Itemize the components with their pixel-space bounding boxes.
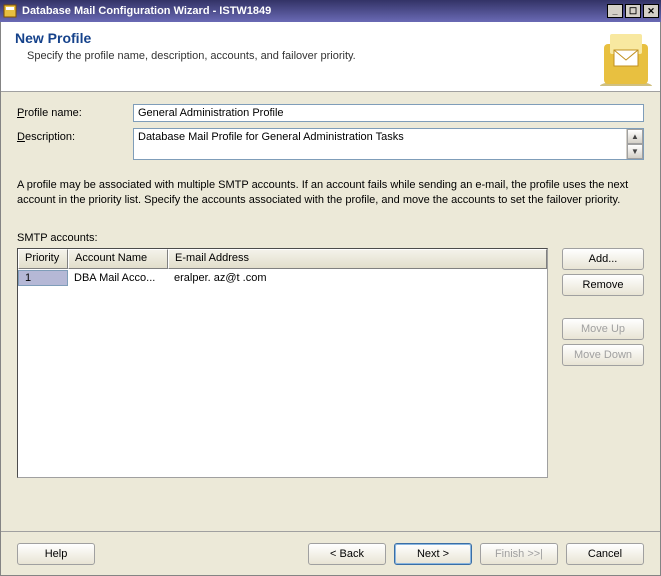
- header-graphic-icon: [596, 26, 656, 86]
- content-area: Profile name: Description: ▲ ▼ A profile…: [1, 92, 660, 478]
- page-title: New Profile: [15, 30, 646, 46]
- description-field[interactable]: ▲ ▼: [133, 128, 644, 160]
- scroll-down-icon[interactable]: ▼: [627, 144, 643, 159]
- profile-name-label: Profile name:: [17, 104, 133, 119]
- minimize-button[interactable]: _: [607, 4, 623, 18]
- close-button[interactable]: ✕: [643, 4, 659, 18]
- description-scrollbar[interactable]: ▲ ▼: [626, 129, 643, 159]
- next-button[interactable]: Next >: [394, 543, 472, 565]
- col-email-address[interactable]: E-mail Address: [168, 249, 547, 269]
- maximize-button[interactable]: ☐: [625, 4, 641, 18]
- page-subtitle: Specify the profile name, description, a…: [15, 50, 646, 62]
- help-button[interactable]: Help: [17, 543, 95, 565]
- cell-priority[interactable]: 1: [18, 270, 68, 286]
- back-button[interactable]: < Back: [308, 543, 386, 565]
- col-priority[interactable]: Priority: [18, 249, 68, 269]
- table-row[interactable]: 1 DBA Mail Acco... eralper. az@t .com: [18, 269, 547, 287]
- move-up-button[interactable]: Move Up: [562, 318, 644, 340]
- col-account-name[interactable]: Account Name: [68, 249, 168, 269]
- help-text: A profile may be associated with multipl…: [17, 178, 644, 208]
- wizard-footer: Help < Back Next > Finish >>| Cancel: [1, 531, 660, 575]
- window-title: Database Mail Configuration Wizard - IST…: [22, 5, 605, 17]
- cell-email: eralper. az@t .com: [168, 271, 547, 285]
- profile-name-input[interactable]: [133, 104, 644, 122]
- cancel-button[interactable]: Cancel: [566, 543, 644, 565]
- smtp-accounts-table[interactable]: Priority Account Name E-mail Address 1 D…: [17, 248, 548, 478]
- smtp-accounts-label: SMTP accounts:: [17, 232, 644, 244]
- description-label: Description:: [17, 128, 133, 143]
- description-input[interactable]: [134, 129, 626, 159]
- window-controls: _ ☐ ✕: [605, 4, 659, 18]
- move-down-button[interactable]: Move Down: [562, 344, 644, 366]
- table-header: Priority Account Name E-mail Address: [18, 249, 547, 269]
- app-icon: [2, 3, 18, 19]
- titlebar: Database Mail Configuration Wizard - IST…: [0, 0, 661, 22]
- account-buttons: Add... Remove Move Up Move Down: [562, 248, 644, 366]
- wizard-header: New Profile Specify the profile name, de…: [1, 22, 660, 92]
- finish-button[interactable]: Finish >>|: [480, 543, 558, 565]
- remove-button[interactable]: Remove: [562, 274, 644, 296]
- window-body: New Profile Specify the profile name, de…: [0, 22, 661, 576]
- cell-account-name: DBA Mail Acco...: [68, 271, 168, 285]
- scroll-up-icon[interactable]: ▲: [627, 129, 643, 144]
- add-button[interactable]: Add...: [562, 248, 644, 270]
